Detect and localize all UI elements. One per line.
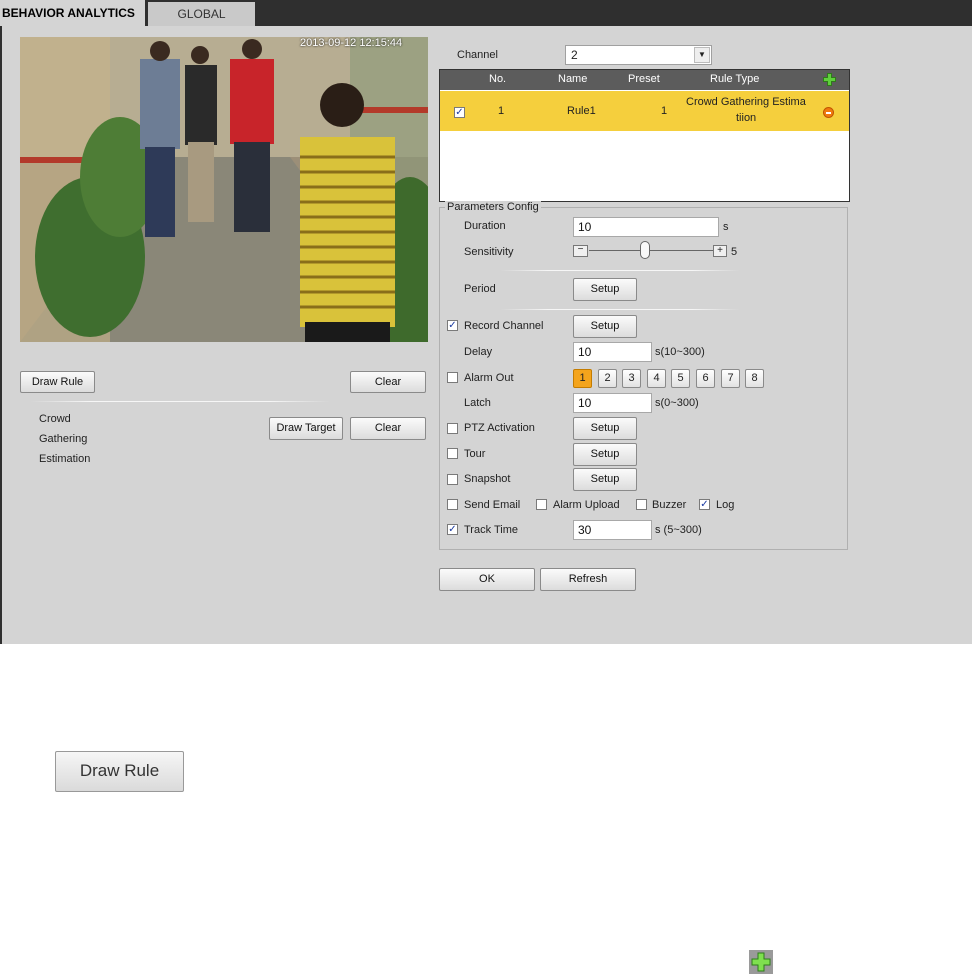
channel-label: Channel <box>457 49 498 61</box>
row-checkbox[interactable]: ✓ <box>454 107 465 118</box>
tour-checkbox[interactable] <box>447 448 458 459</box>
video-frame-image <box>20 37 428 342</box>
divider <box>30 401 330 402</box>
duration-label: Duration <box>464 220 506 232</box>
divider <box>500 270 740 271</box>
divider <box>500 309 740 310</box>
tab-bar: BEHAVIOR ANALYTICS GLOBAL <box>0 0 972 26</box>
row-rule-type-line2: tiion <box>736 112 757 124</box>
add-icon-large <box>749 950 773 974</box>
alarm-out-1-button[interactable]: 1 <box>573 369 592 388</box>
alarm-out-label: Alarm Out <box>464 372 514 384</box>
delete-icon[interactable] <box>823 107 834 118</box>
sensitivity-slider-thumb[interactable] <box>640 241 650 259</box>
row-name: Rule1 <box>567 105 596 117</box>
row-rule-type-line1: Crowd Gathering Estima <box>686 96 806 108</box>
tour-label: Tour <box>464 448 486 460</box>
latch-input[interactable]: 10 <box>573 393 652 413</box>
snapshot-checkbox[interactable] <box>447 474 458 485</box>
sensitivity-decrease-button[interactable]: − <box>573 245 588 257</box>
parameters-config-legend: Parameters Config <box>445 201 541 213</box>
header-rule-type: Rule Type <box>710 73 760 85</box>
duration-unit: s <box>723 221 729 233</box>
duration-input[interactable]: 10 <box>573 217 719 237</box>
refresh-button[interactable]: Refresh <box>540 568 636 591</box>
alarm-upload-checkbox[interactable] <box>536 499 547 510</box>
track-time-input[interactable]: 30 <box>573 520 652 540</box>
draw-rule-button-large[interactable]: Draw Rule <box>55 751 184 792</box>
period-setup-button[interactable]: Setup <box>573 278 637 301</box>
buzzer-checkbox[interactable] <box>636 499 647 510</box>
ptz-activation-checkbox[interactable] <box>447 423 458 434</box>
video-preview[interactable]: 2013-09-12 12:15:44 <box>20 37 428 342</box>
alarm-out-2-button[interactable]: 2 <box>598 369 617 388</box>
clear-target-button[interactable]: Clear <box>350 417 426 440</box>
crowd-label-line3: Estimation <box>39 453 91 465</box>
table-header: No. Name Preset Rule Type <box>440 70 849 90</box>
track-time-range: s (5~300) <box>655 524 702 536</box>
tour-setup-button[interactable]: Setup <box>573 443 637 466</box>
record-channel-label: Record Channel <box>464 320 544 332</box>
header-name: Name <box>558 73 588 85</box>
sensitivity-slider-track[interactable] <box>589 250 713 251</box>
row-no: 1 <box>498 105 505 117</box>
add-icon[interactable] <box>823 73 836 86</box>
video-timestamp: 2013-09-12 12:15:44 <box>300 37 403 49</box>
sensitivity-increase-button[interactable]: + <box>713 245 727 257</box>
delay-input[interactable]: 10 <box>573 342 652 362</box>
log-label: Log <box>716 499 735 511</box>
alarm-out-8-button[interactable]: 8 <box>745 369 764 388</box>
clear-button[interactable]: Clear <box>350 371 426 393</box>
tab-global[interactable]: GLOBAL <box>148 2 255 26</box>
header-no: No. <box>489 73 507 85</box>
ok-button[interactable]: OK <box>439 568 535 591</box>
track-time-label: Track Time <box>464 524 518 536</box>
alarm-out-6-button[interactable]: 6 <box>696 369 715 388</box>
crowd-label-line1: Crowd <box>39 413 71 425</box>
alarm-out-5-button[interactable]: 5 <box>671 369 690 388</box>
alarm-out-3-button[interactable]: 3 <box>622 369 641 388</box>
chevron-down-icon[interactable]: ▼ <box>694 47 710 63</box>
header-preset: Preset <box>628 73 660 85</box>
alarm-out-4-button[interactable]: 4 <box>647 369 666 388</box>
snapshot-setup-button[interactable]: Setup <box>573 468 637 491</box>
alarm-out-7-button[interactable]: 7 <box>721 369 740 388</box>
tab-behavior-analytics[interactable]: BEHAVIOR ANALYTICS <box>0 0 145 26</box>
record-channel-checkbox[interactable]: ✓ <box>447 320 458 331</box>
crowd-label-line2: Gathering <box>39 433 88 445</box>
delay-label: Delay <box>464 346 493 358</box>
send-email-checkbox[interactable] <box>447 499 458 510</box>
track-time-checkbox[interactable]: ✓ <box>447 524 458 535</box>
record-channel-setup-button[interactable]: Setup <box>573 315 637 338</box>
send-email-label: Send Email <box>464 499 521 511</box>
channel-select[interactable]: 2 ▼ <box>565 45 712 65</box>
latch-label: Latch <box>464 397 491 409</box>
period-label: Period <box>464 283 496 295</box>
alarm-out-checkbox[interactable] <box>447 372 458 383</box>
sensitivity-label: Sensitivity <box>464 246 514 258</box>
buzzer-label: Buzzer <box>652 499 687 511</box>
snapshot-label: Snapshot <box>464 473 511 485</box>
ptz-setup-button[interactable]: Setup <box>573 417 637 440</box>
sensitivity-value: 5 <box>731 246 738 258</box>
ptz-activation-label: PTZ Activation <box>464 422 535 434</box>
draw-rule-button[interactable]: Draw Rule <box>20 371 95 393</box>
channel-value: 2 <box>571 48 578 62</box>
latch-range: s(0~300) <box>655 397 699 409</box>
delay-range: s(10~300) <box>655 346 705 358</box>
table-row[interactable]: ✓ 1 Rule1 1 Crowd Gathering Estima tiion <box>440 91 849 131</box>
row-preset: 1 <box>661 105 668 117</box>
log-checkbox[interactable]: ✓ <box>699 499 710 510</box>
draw-target-button[interactable]: Draw Target <box>269 417 343 440</box>
rule-table: No. Name Preset Rule Type ✓ 1 Rule1 1 Cr… <box>439 69 850 202</box>
alarm-upload-label: Alarm Upload <box>553 499 620 511</box>
